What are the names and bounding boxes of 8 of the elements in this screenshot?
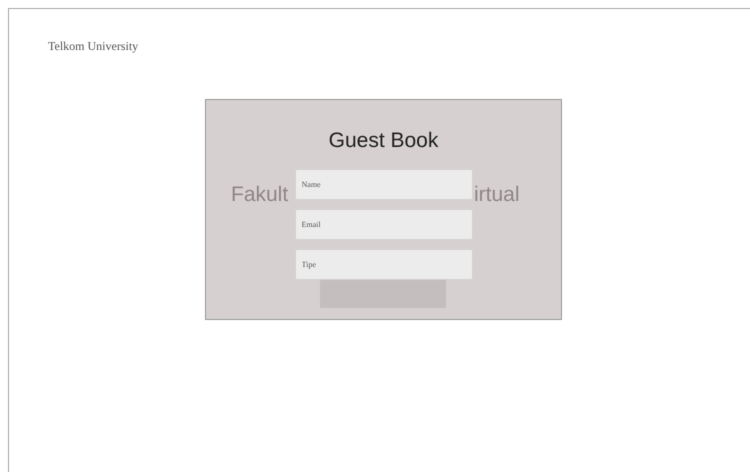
form-title: Guest Book (328, 130, 438, 151)
submit-button[interactable] (320, 280, 446, 308)
input-field[interactable]: Email (296, 210, 472, 239)
input-field[interactable]: Name (296, 170, 472, 199)
input-field[interactable]: Tipe (296, 250, 472, 279)
brand-name: Telkom University (48, 40, 138, 52)
backdrop-text: irtual (474, 184, 520, 205)
backdrop-text: Fakult (231, 184, 288, 205)
